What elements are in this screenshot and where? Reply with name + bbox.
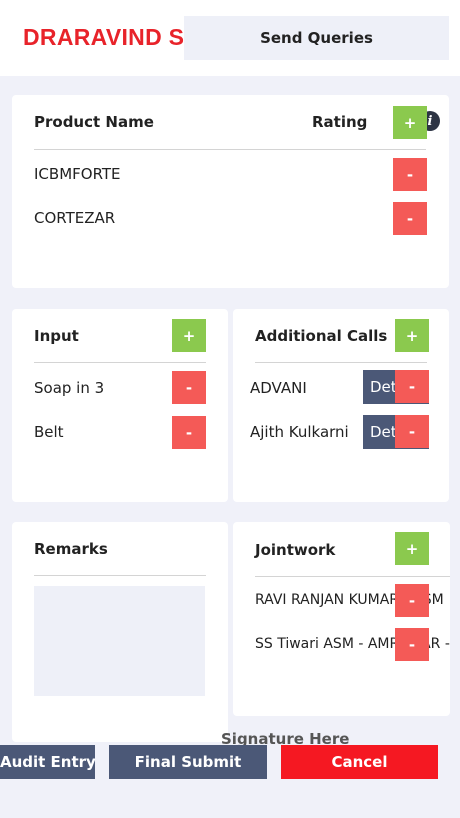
audit-entry-button[interactable]: Audit Entry bbox=[0, 745, 95, 779]
app-header: DRARAVIND S Send Queries bbox=[0, 0, 460, 76]
product-card: Product Name Rating ICBMFORTE CORTEZAR -… bbox=[12, 95, 449, 288]
add-input-button[interactable]: + bbox=[172, 319, 206, 352]
remarks-title: Remarks bbox=[34, 540, 108, 558]
remove-product-1-button[interactable]: - bbox=[393, 158, 427, 191]
add-jointwork-button[interactable]: + bbox=[395, 532, 429, 565]
additional-calls-card: Additional Calls + ADVANI Det - Ajith Ku… bbox=[233, 309, 449, 502]
doctor-name: DRARAVIND S bbox=[23, 24, 185, 50]
remove-input-1-button[interactable]: - bbox=[172, 371, 206, 404]
remove-jointwork-2-button[interactable]: - bbox=[395, 628, 429, 661]
divider bbox=[34, 149, 426, 150]
rating-header: Rating bbox=[312, 113, 368, 131]
divider bbox=[255, 576, 450, 577]
add-call-button[interactable]: + bbox=[395, 319, 429, 352]
product-name-header: Product Name bbox=[34, 113, 154, 131]
remove-call-1-button[interactable]: - bbox=[395, 370, 429, 403]
cancel-button[interactable]: Cancel bbox=[281, 745, 438, 779]
input-title: Input bbox=[34, 327, 79, 345]
send-queries-button[interactable]: Send Queries bbox=[184, 16, 449, 60]
remarks-textarea[interactable] bbox=[34, 586, 205, 696]
remove-product-2-button[interactable]: - bbox=[393, 202, 427, 235]
input-row-2: Belt bbox=[34, 423, 64, 441]
call-row-1: ADVANI bbox=[250, 379, 307, 397]
product-row-1: ICBMFORTE bbox=[34, 165, 121, 183]
divider bbox=[34, 575, 206, 576]
divider bbox=[255, 362, 427, 363]
final-submit-button[interactable]: Final Submit bbox=[109, 745, 267, 779]
input-card: Input + Soap in 3 - Belt - bbox=[12, 309, 228, 502]
call-row-2: Ajith Kulkarni bbox=[250, 423, 349, 441]
add-product-button[interactable]: + bbox=[393, 106, 427, 139]
remove-call-2-button[interactable]: - bbox=[395, 415, 429, 448]
remove-jointwork-1-button[interactable]: - bbox=[395, 584, 429, 617]
jointwork-card: Jointwork + RAVI RANJAN KUMAR - RSM - SS… bbox=[233, 522, 450, 716]
product-row-2: CORTEZAR bbox=[34, 209, 116, 227]
divider bbox=[34, 362, 206, 363]
input-row-1: Soap in 3 bbox=[34, 379, 105, 397]
additional-calls-title: Additional Calls bbox=[255, 327, 388, 345]
jointwork-title: Jointwork bbox=[255, 541, 336, 559]
remove-input-2-button[interactable]: - bbox=[172, 416, 206, 449]
